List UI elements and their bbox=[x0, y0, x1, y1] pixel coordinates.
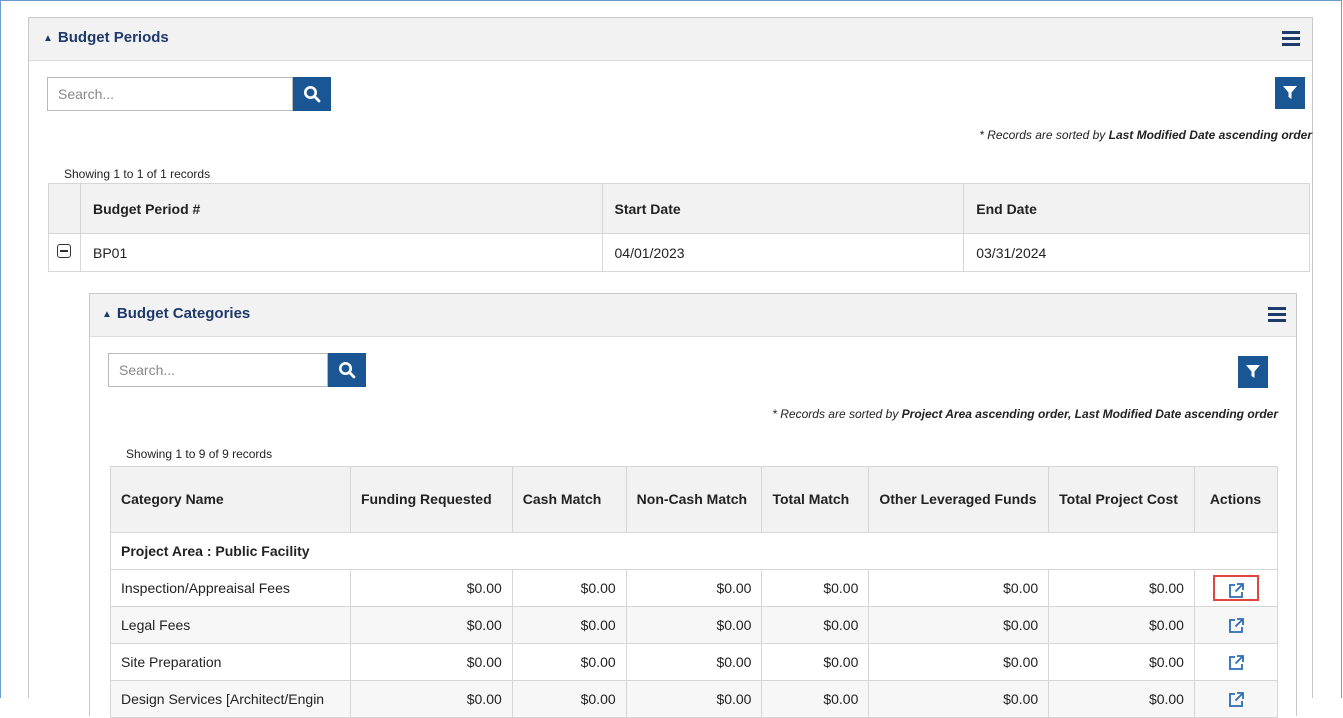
external-link-icon bbox=[1229, 583, 1244, 599]
budget-categories-title: Budget Categories bbox=[116, 305, 251, 322]
total-project-cost-cell: $0.00 bbox=[1048, 606, 1195, 644]
row-expand-cell[interactable] bbox=[48, 233, 81, 272]
budget-categories-panel: ▲ Budget Categories Search... * Records a… bbox=[89, 293, 1297, 718]
category-name-cell: Legal Fees bbox=[110, 606, 351, 644]
column-header-budget-period: Budget Period # bbox=[79, 183, 603, 234]
actions-cell bbox=[1193, 680, 1279, 718]
total-match-cell: $0.00 bbox=[761, 569, 870, 607]
total-match-cell: $0.00 bbox=[761, 643, 870, 681]
search-icon bbox=[339, 362, 356, 379]
column-header-actions: Actions bbox=[1193, 466, 1279, 533]
external-link-icon bbox=[1229, 692, 1244, 708]
filter-icon bbox=[1283, 86, 1297, 99]
budget-periods-record-count: Showing 1 to 1 of 1 records bbox=[64, 167, 211, 181]
column-header-start-date: Start Date bbox=[601, 183, 965, 234]
open-details-button[interactable] bbox=[1213, 612, 1259, 638]
total-project-cost-cell: $0.00 bbox=[1048, 569, 1195, 607]
budget-periods-toggle[interactable]: ▲ Budget Periods bbox=[43, 29, 169, 46]
column-header-category-name: Category Name bbox=[110, 466, 351, 533]
table-row: Site Preparation $0.00 $0.00 $0.00 $0.00… bbox=[110, 643, 1279, 681]
non-cash-match-cell: $0.00 bbox=[625, 643, 763, 681]
total-match-cell: $0.00 bbox=[761, 680, 870, 718]
budget-periods-panel: ▲ Budget Periods Search... * Records are … bbox=[28, 17, 1313, 718]
column-header-funding-requested: Funding Requested bbox=[349, 466, 513, 533]
budget-periods-filter-button[interactable] bbox=[1275, 77, 1305, 109]
budget-categories-table: Category Name Funding Requested Cash Mat… bbox=[110, 466, 1279, 718]
collapse-triangle-icon: ▲ bbox=[102, 309, 112, 320]
non-cash-match-cell: $0.00 bbox=[625, 569, 763, 607]
category-name-cell: Inspection/Appreaisal Fees bbox=[110, 569, 351, 607]
actions-cell bbox=[1193, 643, 1279, 681]
total-match-cell: $0.00 bbox=[761, 606, 870, 644]
cash-match-cell: $0.00 bbox=[511, 680, 627, 718]
collapse-triangle-icon: ▲ bbox=[43, 33, 53, 44]
funding-requested-cell: $0.00 bbox=[349, 643, 513, 681]
collapse-icon[interactable] bbox=[57, 244, 71, 258]
table-header-row: Category Name Funding Requested Cash Mat… bbox=[110, 466, 1279, 533]
group-row: Project Area : Public Facility bbox=[110, 532, 1278, 570]
column-header-total-match: Total Match bbox=[761, 466, 870, 533]
column-header-total-project-cost: Total Project Cost bbox=[1048, 466, 1195, 533]
cash-match-cell: $0.00 bbox=[511, 606, 627, 644]
open-details-button[interactable] bbox=[1212, 575, 1259, 601]
group-label: Project Area : Public Facility bbox=[110, 532, 1278, 570]
table-row[interactable]: BP01 04/01/2023 03/31/2024 bbox=[48, 233, 1310, 272]
other-leveraged-funds-cell: $0.00 bbox=[868, 606, 1050, 644]
budget-periods-table: Budget Period # Start Date End Date BP01… bbox=[48, 183, 1310, 272]
start-date-cell: 04/01/2023 bbox=[601, 233, 965, 272]
budget-periods-header: ▲ Budget Periods bbox=[29, 18, 1312, 61]
category-name-cell: Site Preparation bbox=[110, 643, 351, 681]
category-name-cell: Design Services [Architect/Engin bbox=[110, 680, 351, 718]
budget-periods-title: Budget Periods bbox=[57, 29, 169, 46]
total-project-cost-cell: $0.00 bbox=[1048, 643, 1195, 681]
external-link-icon bbox=[1229, 618, 1244, 634]
budget-categories-sort-note: * Records are sorted by Project Area asc… bbox=[772, 407, 1278, 421]
budget-period-cell: BP01 bbox=[79, 233, 603, 272]
table-row: Legal Fees $0.00 $0.00 $0.00 $0.00 $0.00… bbox=[110, 606, 1279, 644]
filter-icon bbox=[1246, 365, 1260, 378]
hamburger-menu-icon[interactable] bbox=[1282, 31, 1300, 46]
budget-periods-sort-note: * Records are sorted by Last Modified Da… bbox=[979, 128, 1312, 142]
budget-categories-search-button[interactable] bbox=[328, 353, 366, 387]
cash-match-cell: $0.00 bbox=[511, 643, 627, 681]
actions-cell bbox=[1193, 606, 1279, 644]
budget-categories-record-count: Showing 1 to 9 of 9 records bbox=[126, 447, 273, 461]
funding-requested-cell: $0.00 bbox=[349, 680, 513, 718]
funding-requested-cell: $0.00 bbox=[349, 606, 513, 644]
table-row: Inspection/Appreaisal Fees $0.00 $0.00 $… bbox=[110, 569, 1279, 607]
table-row: Design Services [Architect/Engin $0.00 $… bbox=[110, 680, 1279, 718]
end-date-cell: 03/31/2024 bbox=[963, 233, 1310, 272]
column-header-end-date: End Date bbox=[963, 183, 1310, 234]
non-cash-match-cell: $0.00 bbox=[625, 606, 763, 644]
total-project-cost-cell: $0.00 bbox=[1048, 680, 1195, 718]
budget-categories-search-input[interactable]: Search... bbox=[108, 353, 328, 387]
open-details-button[interactable] bbox=[1213, 649, 1259, 675]
budget-categories-toggle[interactable]: ▲ Budget Categories bbox=[102, 305, 250, 322]
column-header-cash-match: Cash Match bbox=[511, 466, 627, 533]
non-cash-match-cell: $0.00 bbox=[625, 680, 763, 718]
budget-periods-search-input[interactable]: Search... bbox=[47, 77, 293, 111]
funding-requested-cell: $0.00 bbox=[349, 569, 513, 607]
cash-match-cell: $0.00 bbox=[511, 569, 627, 607]
table-header-row: Budget Period # Start Date End Date bbox=[48, 183, 1310, 234]
other-leveraged-funds-cell: $0.00 bbox=[868, 680, 1050, 718]
budget-periods-search-button[interactable] bbox=[293, 77, 331, 111]
external-link-icon bbox=[1229, 655, 1244, 671]
column-header-other-leveraged-funds: Other Leveraged Funds bbox=[868, 466, 1050, 533]
budget-categories-header: ▲ Budget Categories bbox=[90, 294, 1296, 337]
other-leveraged-funds-cell: $0.00 bbox=[868, 643, 1050, 681]
actions-cell bbox=[1193, 569, 1279, 607]
expand-column-header bbox=[48, 183, 81, 234]
open-details-button[interactable] bbox=[1213, 686, 1259, 712]
search-icon bbox=[304, 86, 321, 103]
budget-categories-filter-button[interactable] bbox=[1238, 356, 1268, 388]
hamburger-menu-icon[interactable] bbox=[1268, 307, 1286, 322]
other-leveraged-funds-cell: $0.00 bbox=[868, 569, 1050, 607]
column-header-non-cash-match: Non-Cash Match bbox=[625, 466, 763, 533]
